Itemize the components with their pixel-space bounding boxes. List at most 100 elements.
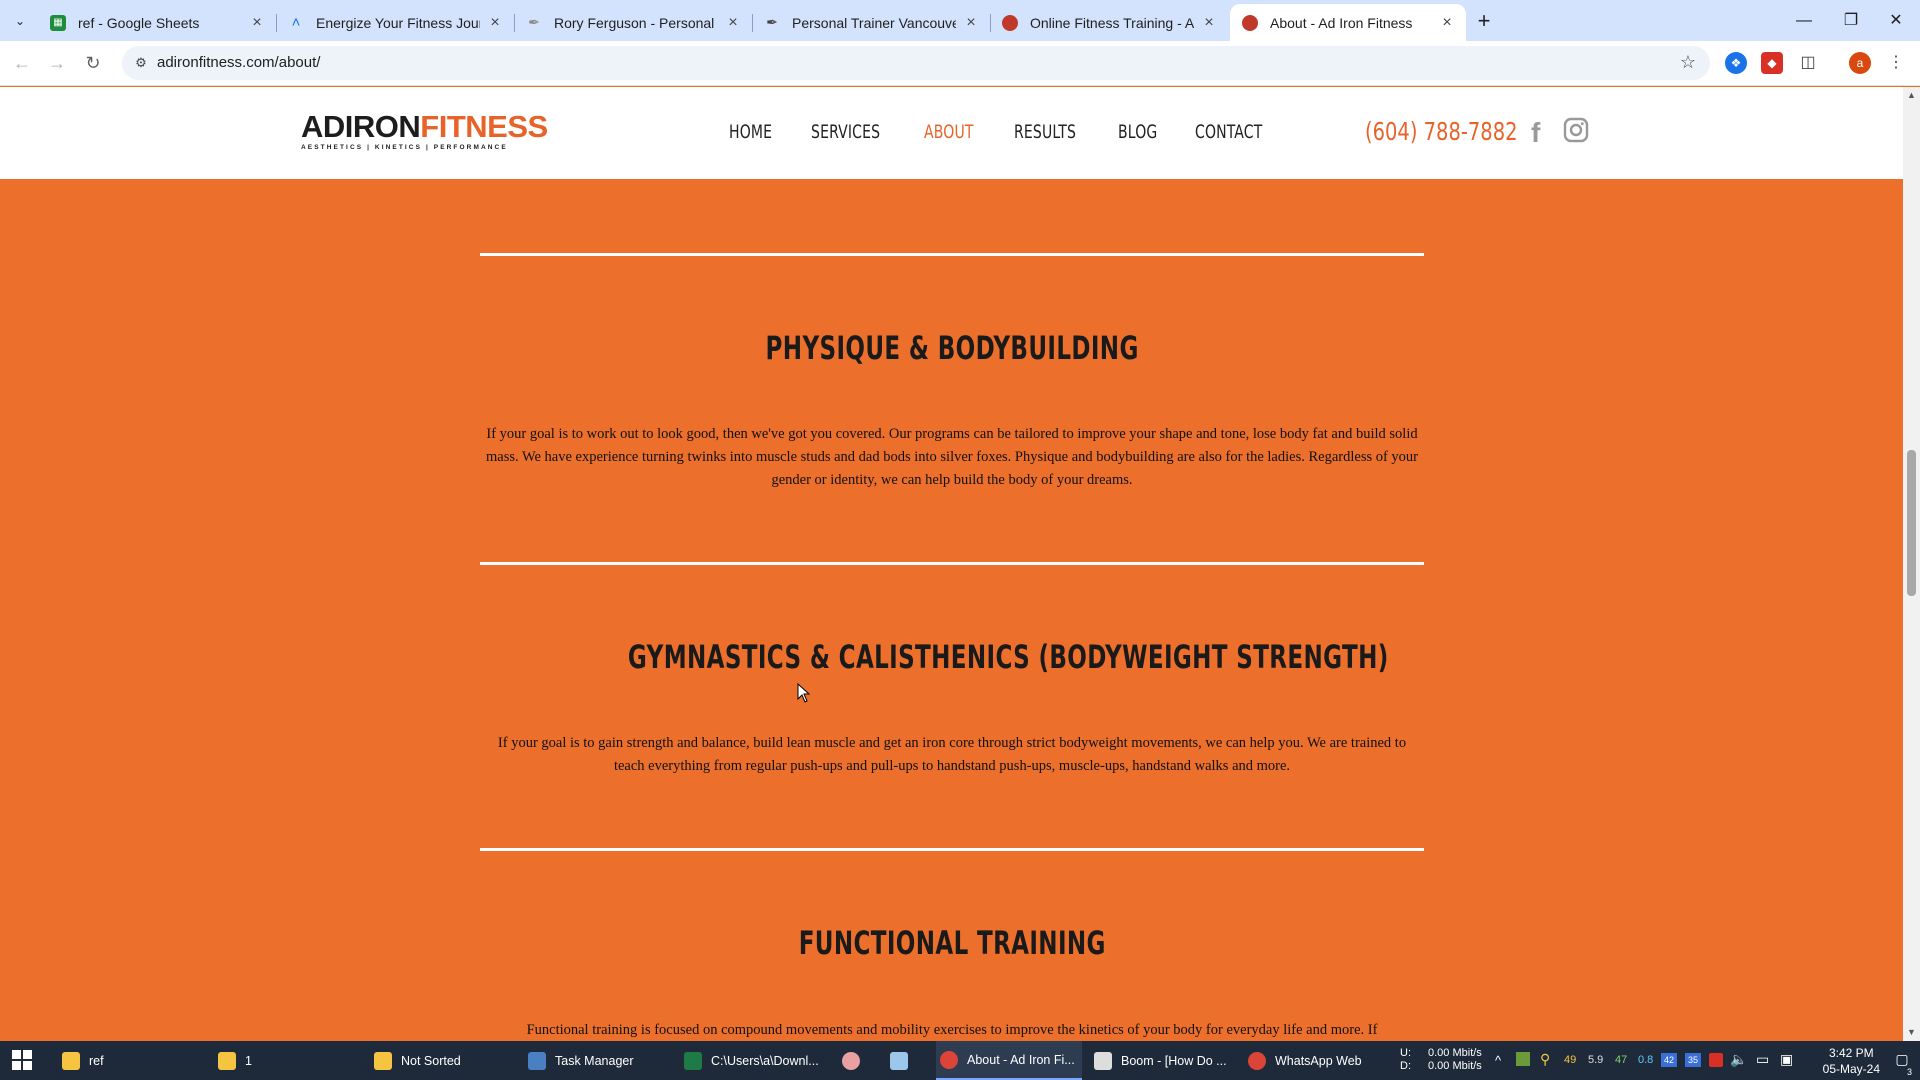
taskbar-item-chrome-about[interactable]: About - Ad Iron Fi... [936,1041,1082,1080]
upload-speed: 0.00 Mbit/s [1428,1047,1482,1059]
main-navigation: HOME SERVICES ABOUT RESULTS BLOG CONTACT [729,121,1307,143]
pen-icon: ✒ [528,14,540,30]
system-clock[interactable]: 3:42 PM 05-May-24 [1823,1045,1880,1077]
clock-date: 05-May-24 [1822,1062,1880,1076]
extension-icon[interactable]: ❖ [1725,52,1747,74]
antivirus-icon[interactable] [1709,1053,1723,1067]
tab-energize-fitness[interactable]: ˄ Energize Your Fitness Journey w × [276,4,515,41]
profile-avatar[interactable]: a [1849,52,1871,74]
section-body-functional: Functional training is focused on compou… [526,1022,1378,1038]
taskbar-item-1[interactable]: 1 [218,1041,368,1080]
close-icon[interactable]: × [248,14,266,32]
tab-title: About - Ad Iron Fitness [1270,14,1413,31]
scrollbar-thumb[interactable] [1907,450,1916,596]
excel-icon [684,1051,702,1070]
task-manager-icon [528,1051,546,1070]
taskbar-item-excel[interactable]: C:\Users\a\Downl... [684,1041,834,1080]
windows-start-icon[interactable] [12,1050,32,1070]
network-speed: 0.00 Mbit/s 0.00 Mbit/s [1428,1047,1482,1080]
tray-value: 47 [1615,1054,1628,1066]
site-header: ADIRONFITNESS AESTHETICS | KINETICS | PE… [0,87,1903,179]
volume-icon[interactable]: 🔈 [1730,1052,1747,1080]
section-divider [480,562,1424,565]
address-bar[interactable]: ⚙ adironfitness.com/about/ ☆ [122,46,1710,80]
tab-rory-ferguson[interactable]: ✒ Rory Ferguson - Personal Traini × [514,4,753,41]
facebook-icon[interactable]: f [1531,117,1540,149]
close-window-button[interactable]: ✕ [1872,0,1920,41]
tab-personal-trainer-vancouver[interactable]: ✒ Personal Trainer Vancouver | Wo × [752,4,991,41]
close-icon[interactable]: × [962,14,980,32]
tray-app-icon[interactable] [1516,1052,1530,1066]
chrome-icon [1248,1051,1266,1070]
new-tab-button[interactable]: + [1471,8,1497,34]
nav-about[interactable]: ABOUT [924,121,974,143]
tab-google-sheets[interactable]: ▦ ref - Google Sheets × [38,4,277,41]
extensions-puzzle-icon[interactable]: ◫ [1797,52,1819,74]
network-icon[interactable]: ▣ [1780,1052,1793,1080]
close-icon[interactable]: × [724,14,742,32]
sheets-icon: ▦ [50,14,66,31]
section-divider [480,848,1424,851]
chrome-icon [940,1050,958,1069]
chevron-up-icon[interactable]: ^ [1495,1054,1501,1080]
url-text[interactable]: adironfitness.com/about/ [157,54,320,71]
nav-services[interactable]: SERVICES [811,121,880,143]
restore-button[interactable]: ❐ [1827,0,1875,41]
taskbar-item-not-sorted[interactable]: Not Sorted [374,1041,524,1080]
forward-button[interactable]: → [43,49,71,77]
tab-search-icon[interactable]: ⌄ [9,10,31,32]
download-speed: 0.00 Mbit/s [1428,1060,1482,1072]
battery-icon[interactable]: ▭ [1756,1052,1769,1080]
bookmark-star-icon[interactable]: ☆ [1680,52,1696,73]
section-title-functional: FUNCTIONAL TRAINING [798,924,1106,962]
tray-badge[interactable]: 35 [1685,1053,1701,1067]
logo-tagline: AESTHETICS | KINETICS | PERFORMANCE [301,144,508,151]
tab-title: Energize Your Fitness Journey w [316,14,480,31]
browser-menu-icon[interactable]: ⋮ [1885,52,1907,74]
chevron-up-icon: ˄ [291,14,301,31]
browser-tab-strip: ⌄ ▦ ref - Google Sheets × ˄ Energize You… [0,0,1920,41]
taskbar-item-whatsapp[interactable]: WhatsApp Web [1248,1041,1398,1080]
close-icon[interactable]: × [486,14,504,32]
site-info-icon[interactable]: ⚙ [132,54,150,72]
taskbar-item-notepad[interactable] [890,1041,930,1080]
tab-title: Personal Trainer Vancouver | Wo [792,14,956,31]
globe-icon [1002,14,1018,31]
about-content: PHYSIQUE & BODYBUILDING If your goal is … [0,179,1903,1041]
browser-toolbar: ← → ↻ ⚙ adironfitness.com/about/ ☆ ❖ ◆ ◫… [0,41,1920,86]
notepad-icon [890,1051,908,1070]
scroll-down-arrow-icon[interactable]: ▼ [1903,1024,1920,1041]
nav-contact[interactable]: CONTACT [1195,121,1262,143]
page-scrollbar[interactable]: ▲ ▼ [1903,87,1920,1041]
instagram-icon[interactable] [1563,117,1589,150]
minimize-button[interactable]: — [1780,0,1828,41]
notification-count: 3 [1906,1067,1912,1077]
close-icon[interactable]: × [1438,14,1456,32]
taskbar-item-ref[interactable]: ref [62,1041,212,1080]
taskbar-item-task-manager[interactable]: Task Manager [528,1041,678,1080]
reload-button[interactable]: ↻ [79,49,107,77]
folder-icon [374,1051,392,1070]
boom-icon [1094,1051,1112,1070]
search-icon[interactable]: ⚲ [1540,1052,1550,1080]
nav-blog[interactable]: BLOG [1118,121,1157,143]
tab-online-fitness-training[interactable]: Online Fitness Training - Ad Iron × [990,4,1228,41]
close-icon[interactable]: × [1200,14,1218,32]
section-title-gymnastics: GYMNASTICS & CALISTHENICS (BODYWEIGHT ST… [627,638,1389,676]
notification-icon[interactable]: 3 ▢ [1892,1051,1912,1077]
phone-number[interactable]: (604) 788-7882 [1365,117,1518,146]
pen-icon: ✒ [766,14,778,30]
scroll-up-arrow-icon[interactable]: ▲ [1903,87,1920,104]
taskbar-item-app[interactable] [842,1041,882,1080]
taskbar-item-boom[interactable]: Boom - [How Do ... [1094,1041,1244,1080]
nav-results[interactable]: RESULTS [1014,121,1076,143]
back-button[interactable]: ← [8,49,36,77]
shield-extension-icon[interactable]: ◆ [1761,52,1783,74]
nav-home[interactable]: HOME [729,121,772,143]
site-logo[interactable]: ADIRONFITNESS AESTHETICS | KINETICS | PE… [301,111,548,153]
cpu-usage: 49 [1564,1054,1577,1066]
network-speed-labels: U: D: [1400,1047,1411,1072]
tab-about-ad-iron-fitness[interactable]: About - Ad Iron Fitness × [1230,4,1466,41]
tray-value: 5.9 [1588,1054,1604,1066]
tray-badge[interactable]: 42 [1661,1053,1677,1067]
